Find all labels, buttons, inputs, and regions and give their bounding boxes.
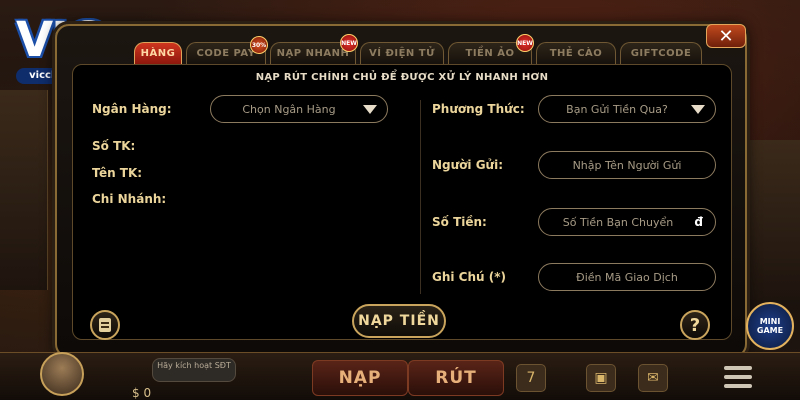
sender-input[interactable]: Nhập Tên Người Gửi [538,151,716,179]
promo-30-badge: 30% [250,36,268,54]
method-select[interactable]: Bạn Gửi Tiền Qua? [538,95,716,123]
tab-the-cao[interactable]: THẺ CÀO [536,42,616,64]
tab-giftcode[interactable]: GIFTCODE [620,42,702,64]
bank-label: Ngân Hàng: [92,102,172,116]
new-badge: NEW [516,34,534,52]
nap-button[interactable]: NẠP [312,360,408,396]
note-label: Ghi Chú (*) [432,270,506,284]
account-number-label: Số TK: [92,139,136,153]
amount-placeholder: Số Tiền Bạn Chuyển [562,215,674,229]
caret-down-icon [363,105,377,114]
menu-icon[interactable] [724,366,752,388]
new-badge: NEW [340,34,358,52]
branch-label: Chi Nhánh: [92,192,167,206]
tab-ngan-hang[interactable]: HÀNG [134,42,182,64]
history-icon [99,318,111,332]
tab-label: HÀNG [140,48,176,59]
close-button[interactable]: ✕ [706,24,746,48]
sender-placeholder: Nhập Tên Người Gửi [572,158,682,172]
deposit-submit-button[interactable]: NẠP TIỀN [352,304,446,338]
bank-select[interactable]: Chọn Ngân Hàng [210,95,388,123]
history-button[interactable] [90,310,120,340]
bank-select-value: Chọn Ngân Hàng [242,102,336,116]
notice-text: NẠP RÚT CHÍNH CHỦ ĐỂ ĐƯỢC XỬ LÝ NHANH HƠ… [255,72,549,83]
account-name-label: Tên TK: [92,166,143,180]
sender-label: Người Gửi: [432,158,504,172]
avatar[interactable] [40,352,84,396]
method-select-value: Bạn Gửi Tiền Qua? [566,102,668,116]
amount-input[interactable]: Số Tiền Bạn Chuyển đ [538,208,716,236]
background-left-panel [0,90,48,290]
tab-label: GIFTCODE [630,48,692,59]
help-button[interactable]: ? [680,310,710,340]
close-icon: ✕ [718,25,734,47]
activate-phone-button[interactable]: Hãy kích hoạt SĐT [152,358,236,382]
note-input[interactable]: Điền Mã Giao Dịch [538,263,716,291]
column-divider [420,100,421,294]
tab-label: VÍ ĐIỆN TỬ [369,48,435,59]
rut-button[interactable]: RÚT [408,360,504,396]
tab-vi-dien-tu[interactable]: VÍ ĐIỆN TỬ [360,42,444,64]
note-placeholder: Điền Mã Giao Dịch [576,270,678,284]
tab-label: CODE PAY [196,48,256,59]
balance-display: $ 0 [132,386,152,400]
tab-label: TIỀN ẢO [465,48,515,59]
slot-icon[interactable]: 7 [516,364,546,392]
gift-icon[interactable]: ▣ [586,364,616,392]
caret-down-icon [691,105,705,114]
method-label: Phương Thức: [432,102,525,116]
currency-symbol: đ [694,215,703,229]
amount-label: Số Tiền: [432,215,487,229]
background-right-panel [745,140,800,300]
help-icon: ? [689,314,701,336]
tab-label: NẠP NHANH [276,48,350,59]
mail-icon[interactable]: ✉ [638,364,668,392]
mini-game-button[interactable]: MINI GAME [746,302,794,350]
tab-label: THẺ CÀO [549,48,603,59]
